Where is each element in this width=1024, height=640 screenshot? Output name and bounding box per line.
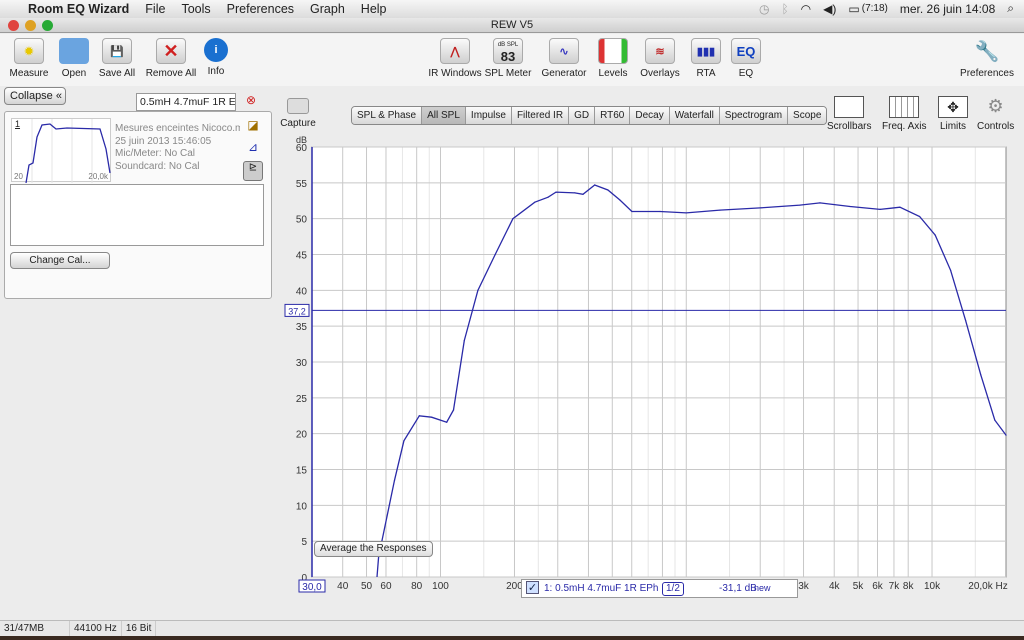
data-point — [934, 234, 936, 236]
data-point — [980, 374, 982, 376]
y-tick-label: 50 — [296, 215, 308, 226]
data-point — [582, 193, 584, 195]
data-point — [994, 419, 996, 421]
y-tick-label: 5 — [301, 537, 307, 548]
data-point — [534, 201, 536, 203]
x-tick-label: 80 — [411, 581, 423, 592]
data-point — [463, 339, 465, 342]
data-point — [477, 289, 479, 291]
x-tick-label: 4k — [829, 581, 841, 592]
x-tick-label: 6k — [872, 581, 884, 592]
data-point — [512, 218, 514, 220]
data-point — [574, 192, 576, 194]
data-point — [594, 184, 596, 186]
data-point — [446, 421, 448, 423]
x-tick-label: 7k — [889, 581, 901, 592]
legend-label: 1: 0.5mH 4.7muF 1R EPh — [544, 583, 659, 594]
data-point — [607, 189, 609, 191]
y-tick-label: 45 — [296, 251, 308, 262]
data-point — [759, 207, 761, 209]
data-point — [685, 212, 687, 214]
x-tick-label: 50 — [361, 581, 373, 592]
data-point — [494, 253, 496, 256]
data-point — [418, 415, 420, 417]
y-tick-label: 40 — [296, 286, 308, 297]
spl-graph[interactable]: 405060801002003004005006008001k2k3k4k5k6… — [0, 0, 1024, 640]
y-tick-label: 35 — [296, 322, 308, 333]
data-point — [799, 204, 801, 206]
average-responses-button[interactable]: Average the Responses — [314, 541, 433, 557]
measurement-visible-checkbox[interactable]: ✓ — [526, 581, 539, 594]
data-point — [431, 416, 433, 418]
data-point — [1005, 434, 1007, 436]
y-tick-label: 20 — [296, 430, 308, 441]
data-point — [879, 208, 881, 210]
y-tick-label: 25 — [296, 394, 308, 405]
data-point — [403, 440, 405, 442]
data-point — [849, 205, 851, 208]
x-tick-label: 5k — [853, 581, 865, 592]
y-tick-label: 10 — [296, 501, 308, 512]
x-tick-label: 60 — [380, 581, 392, 592]
data-point — [659, 210, 661, 213]
y-tick-label: 15 — [296, 466, 308, 477]
data-point — [965, 319, 967, 322]
data-point — [452, 409, 455, 411]
legend-tag: new — [754, 583, 771, 593]
data-point — [393, 479, 396, 481]
data-point — [949, 269, 952, 271]
x-tick-label: 3k — [798, 581, 810, 592]
y-tick-label: 55 — [296, 179, 308, 190]
x-tick-label: 20,0k Hz — [968, 581, 1007, 592]
data-point — [918, 215, 921, 218]
y-cursor-value: 37,2 — [288, 306, 306, 316]
y-tick-label: 30 — [296, 358, 308, 369]
x-tick-label: 10k — [924, 581, 941, 592]
x-tick-label: 40 — [337, 581, 349, 592]
x-cursor-value: 30,0 — [302, 582, 322, 593]
y-axis-label: dB — [296, 135, 307, 145]
data-point — [547, 196, 549, 198]
legend-cursor-value: -31,1 dB — [719, 583, 757, 594]
x-tick-label: 8k — [903, 581, 915, 592]
legend: ✓ 1: 0.5mH 4.7muF 1R EPh 1/2 -31,1 dB ne… — [521, 579, 798, 598]
data-point — [719, 209, 721, 211]
data-point — [619, 199, 621, 201]
data-point — [899, 206, 901, 208]
data-point — [555, 191, 557, 193]
data-point — [631, 210, 633, 213]
data-point — [819, 202, 821, 204]
smoothing-selector[interactable]: 1/2 — [662, 582, 684, 596]
x-tick-label: 100 — [432, 581, 449, 592]
